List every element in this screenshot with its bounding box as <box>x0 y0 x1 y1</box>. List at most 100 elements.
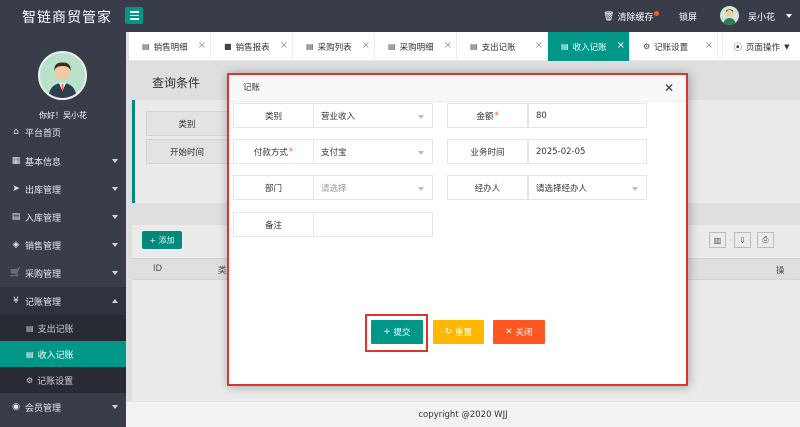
handler-label-text: 经办人 <box>474 183 501 194</box>
sidebar-item-label: 出库管理 <box>25 185 62 196</box>
menu-toggle-button[interactable] <box>125 7 143 24</box>
send-icon: ➤ <box>12 184 20 194</box>
remark-label: 备注 <box>233 212 314 237</box>
close-icon: ✕ <box>505 327 513 337</box>
tab-sales-detail[interactable]: ▤ 销售明细 × <box>129 32 211 61</box>
sidebar-item-members[interactable]: ◉ 会员管理 <box>0 393 126 421</box>
close-icon[interactable]: ✕ <box>664 81 674 95</box>
tab-purchase-detail[interactable]: ▤ 采购明细 × <box>375 32 457 61</box>
chevron-down-icon <box>112 405 118 409</box>
category-label: 类别 <box>233 103 314 128</box>
doc-icon: ▤ <box>26 323 34 333</box>
sidebar-item-label: 平台首页 <box>25 128 62 139</box>
sidebar-item-label: 采购管理 <box>25 269 62 280</box>
handler-select[interactable]: 请选择经办人 <box>528 175 647 200</box>
lock-screen-button[interactable]: 锁屏 <box>679 10 697 23</box>
tab-purchase-list[interactable]: ▤ 采购列表 × <box>293 32 375 61</box>
amount-input[interactable]: 80 <box>528 103 647 128</box>
sidebar-item-label: 记账管理 <box>25 297 62 308</box>
sidebar-item-label: 销售管理 <box>25 241 62 252</box>
target-icon: ⦿ <box>733 42 743 53</box>
sidebar-subitem-expense[interactable]: ▤ 支出记账 <box>0 315 126 341</box>
sidebar-avatar <box>38 51 87 100</box>
chevron-down-icon <box>112 215 118 219</box>
user-circle-icon: ◉ <box>12 402 20 412</box>
page-operations-button[interactable]: ⦿ 页面操作 ▼ <box>722 32 800 61</box>
tab-label: 销售报表 <box>235 42 270 53</box>
sidebar-item-accounting[interactable]: ¥ 记账管理 <box>0 287 126 315</box>
sidebar-item-home[interactable]: ⌂ 平台首页 <box>0 118 126 146</box>
payment-select-value: 支付宝 <box>321 147 347 158</box>
tab-settings[interactable]: ⚙ 记账设置 × <box>630 32 718 61</box>
chevron-down-icon[interactable] <box>786 14 792 18</box>
sidebar-item-purchase[interactable]: 🛒 采购管理 <box>0 259 126 287</box>
doc-icon: ▤ <box>470 42 478 51</box>
sidebar-item-sales[interactable]: ◈ 销售管理 <box>0 231 126 259</box>
category-select[interactable]: 营业收入 <box>313 103 433 128</box>
chat-icon: ■ <box>224 42 232 51</box>
sidebar-item-label: 入库管理 <box>25 213 62 224</box>
payment-label-text: 付款方式 <box>253 147 288 158</box>
close-icon[interactable]: × <box>198 40 206 51</box>
header-avatar[interactable] <box>720 6 739 25</box>
doc-icon: ▤ <box>142 42 150 51</box>
reset-button[interactable]: ↻ 重置 <box>433 320 484 344</box>
chevron-down-icon <box>112 243 118 247</box>
tab-sales-report[interactable]: ■ 销售报表 × <box>211 32 293 61</box>
department-select[interactable]: 请选择 <box>313 175 433 200</box>
payment-method-select[interactable]: 支付宝 <box>313 139 433 164</box>
sidebar-subitem-settings[interactable]: ⚙ 记账设置 <box>0 367 126 393</box>
sidebar-subitem-income[interactable]: ▤ 收入记账 <box>0 341 126 367</box>
department-label: 部门 <box>233 175 314 200</box>
chevron-down-icon <box>418 187 424 191</box>
tab-label: 收入记账 <box>572 42 607 53</box>
tab-label: 采购明细 <box>399 42 434 53</box>
department-placeholder: 请选择 <box>321 183 347 194</box>
chevron-down-icon <box>112 159 118 163</box>
close-icon[interactable]: × <box>617 40 625 51</box>
grid-icon: ▦ <box>11 156 21 166</box>
chevron-down-icon <box>632 187 638 191</box>
calendar-icon: ▤ <box>11 212 21 222</box>
clear-cache-button[interactable]: 🗑 清除缓存 <box>603 10 653 24</box>
category-select-value: 营业收入 <box>321 111 356 122</box>
amount-input-value: 80 <box>536 110 547 121</box>
payment-method-label: 付款方式 * <box>233 139 314 164</box>
chevron-down-icon <box>418 151 424 155</box>
gear-icon: ⚙ <box>26 375 34 385</box>
amount-label: 金额 * <box>447 103 528 128</box>
handler-select-value: 请选择经办人 <box>536 183 588 194</box>
sidebar-item-inbound[interactable]: ▤ 入库管理 <box>0 203 126 231</box>
close-icon[interactable]: × <box>444 40 452 51</box>
close-icon[interactable]: × <box>280 40 288 51</box>
header-user-name[interactable]: 吴小花 <box>748 10 775 23</box>
app-title: 智链商贸管家 <box>22 10 112 26</box>
business-time-input[interactable]: 2025-02-05 <box>528 139 647 164</box>
tab-income[interactable]: ▤ 收入记账 × <box>548 32 630 61</box>
close-icon[interactable]: × <box>362 40 370 51</box>
close-icon[interactable]: × <box>535 40 543 51</box>
amount-label-text: 金额 <box>476 111 494 122</box>
notification-dot <box>654 11 659 16</box>
refresh-icon: ↻ <box>444 327 453 337</box>
top-header: 智链商贸管家 🗑 清除缓存 锁屏 吴小花 <box>0 0 800 32</box>
sidebar-subitem-label: 支出记账 <box>37 324 74 335</box>
cart-icon: 🛒 <box>10 268 22 278</box>
close-icon[interactable]: × <box>705 40 713 51</box>
submit-button[interactable]: + 提交 <box>371 320 423 344</box>
chevron-down-icon <box>418 115 424 119</box>
remark-input[interactable] <box>313 212 433 237</box>
tab-bar: ▤ 销售明细 × ■ 销售报表 × ▤ 采购列表 × ▤ 采购明细 × ▤ 支出… <box>126 32 800 61</box>
sidebar-item-basic-info[interactable]: ▦ 基本信息 <box>0 147 126 175</box>
submit-button-label: 提交 <box>393 328 411 338</box>
sidebar-item-outbound[interactable]: ➤ 出库管理 <box>0 175 126 203</box>
tab-label: 采购列表 <box>317 42 352 53</box>
page-operations-label: 页面操作 <box>746 42 781 53</box>
business-time-value: 2025-02-05 <box>536 146 586 157</box>
doc-icon: ▤ <box>306 42 314 51</box>
dialog-title: 记账 <box>229 75 686 102</box>
business-time-label: 业务时间 <box>447 139 528 164</box>
close-button[interactable]: ✕ 关闭 <box>493 320 545 344</box>
tab-expense[interactable]: ▤ 支出记账 × <box>457 32 548 61</box>
handler-label: 经办人 <box>447 175 528 200</box>
